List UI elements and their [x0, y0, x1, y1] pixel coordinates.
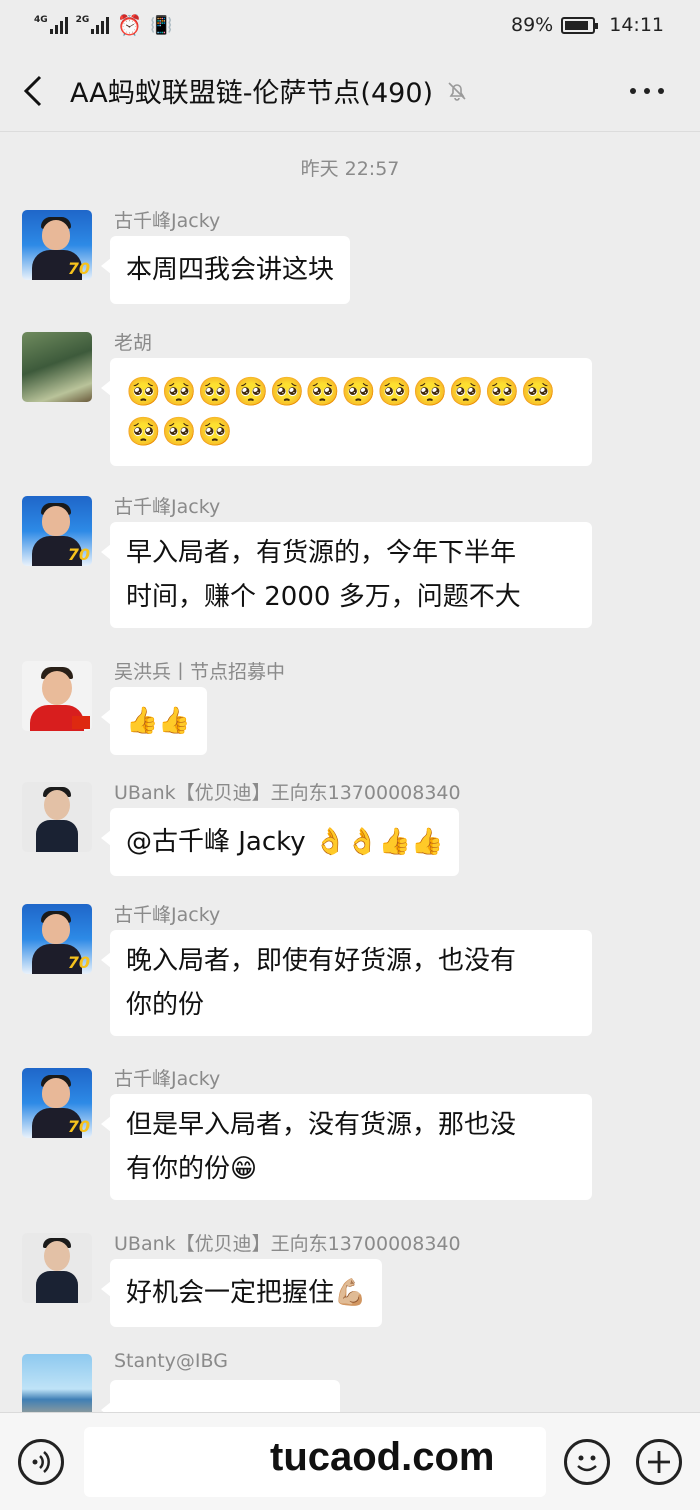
message-text: 有你的份😁 [126, 1154, 258, 1184]
dot [630, 88, 636, 94]
dot [644, 88, 650, 94]
message-text: 但是早入局者，没有货源，那也没 [126, 1110, 517, 1140]
sender-name: 古千峰Jacky [114, 904, 221, 926]
avatar[interactable] [22, 1354, 92, 1412]
group-title[interactable]: AA蚂蚁联盟链-伦萨节点(490) [70, 71, 433, 110]
message-bubble[interactable] [101, 1380, 340, 1412]
message-bubble[interactable]: 晚入局者，即使有好货源，也没有 你的份 [101, 930, 592, 1036]
chat-header: AA蚂蚁联盟链-伦萨节点(490) [0, 50, 700, 132]
message: 70 古千峰Jacky 晚入局者，即使有好货源，也没有 你的份 [22, 904, 682, 1036]
more-button[interactable] [630, 80, 670, 102]
message-text: 好机会一定把握住💪🏼 [126, 1278, 367, 1308]
plus-button[interactable] [636, 1439, 682, 1485]
message: UBank【优贝迪】王向东13700008340 好机会一定把握住💪🏼 [22, 1233, 682, 1327]
avatar[interactable] [22, 661, 92, 731]
signal-type-label-2: 2G [75, 15, 90, 25]
status-right: 89% 14:11 [511, 14, 664, 36]
dot [658, 88, 664, 94]
message-bubble[interactable]: 好机会一定把握住💪🏼 [100, 1259, 383, 1327]
message: 70 古千峰Jacky 早入局者，有货源的，今年下半年 时间，赚个 2000 多… [22, 496, 682, 628]
message: 70 古千峰Jacky 本周四我会讲这块 [22, 210, 682, 304]
bell-muted-icon [448, 81, 466, 101]
message-text: 晚入局者，即使有好货源，也没有 [126, 946, 517, 976]
voice-icon [32, 1451, 50, 1473]
avatar[interactable]: 70 [22, 1068, 92, 1138]
sender-name: 古千峰Jacky [114, 496, 221, 518]
message-text: 早入局者，有货源的，今年下半年 [126, 538, 517, 568]
alarm-icon: ⏰ [117, 13, 143, 37]
timestamp: 昨天 22:57 [300, 158, 400, 180]
input-bar: tucaod.com [0, 1412, 700, 1510]
avatar[interactable]: 70 [22, 496, 92, 566]
message-text: 👍👍 [126, 706, 191, 736]
battery-icon [561, 16, 599, 34]
avatar[interactable]: 70 [22, 904, 92, 974]
avatar[interactable]: 70 [22, 210, 92, 280]
avatar[interactable] [22, 332, 92, 402]
message-text: 本周四我会讲这块 [126, 255, 335, 285]
message-bubble[interactable]: 早入局者，有货源的，今年下半年 时间，赚个 2000 多万，问题不大 [101, 522, 592, 628]
message-bubble[interactable]: 但是早入局者，没有货源，那也没 有你的份😁 [101, 1094, 592, 1200]
plus-icon [648, 1451, 670, 1473]
sender-name: 吴洪兵丨节点招募中 [114, 661, 286, 683]
message-bubble[interactable]: 👍👍 [101, 687, 207, 755]
voice-button[interactable] [18, 1439, 64, 1485]
message-bubble[interactable]: 本周四我会讲这块 [100, 236, 351, 304]
message-bubble[interactable]: 🥺🥺🥺🥺🥺🥺🥺🥺🥺🥺🥺🥺 🥺🥺🥺 [101, 358, 592, 466]
chat-area[interactable]: 昨天 22:57 70 古千峰Jacky 本周四我会讲这块 老胡 🥺🥺🥺🥺🥺🥺🥺… [0, 132, 700, 1412]
sender-name: 老胡 [114, 332, 153, 354]
emoji-button[interactable] [564, 1439, 610, 1485]
message-text: 时间，赚个 2000 多万，问题不大 [126, 582, 521, 612]
message: UBank【优贝迪】王向东13700008340 @古千峰 Jacky 👌👌👍👍 [22, 782, 682, 876]
status-left: 4G 2G ⏰ 📳 [34, 13, 173, 37]
vibrate-icon: 📳 [150, 14, 173, 36]
message: 70 古千峰Jacky 但是早入局者，没有货源，那也没 有你的份😁 [22, 1068, 682, 1200]
avatar[interactable] [22, 782, 92, 852]
status-bar: 4G 2G ⏰ 📳 89% 14:11 [0, 0, 700, 50]
clock: 14:11 [609, 14, 664, 36]
sender-name: UBank【优贝迪】王向东13700008340 [114, 782, 461, 804]
signal-icon: 4G [34, 16, 68, 34]
watermark: tucaod.com [270, 1435, 495, 1479]
back-button[interactable] [0, 50, 66, 132]
signal-icon-2: 2G [76, 16, 110, 34]
signal-type-label: 4G [34, 15, 48, 25]
sender-name: 古千峰Jacky [114, 210, 221, 232]
sender-name: Stanty@IBG [114, 1350, 228, 1372]
sender-name: 古千峰Jacky [114, 1068, 221, 1090]
message-bubble[interactable]: @古千峰 Jacky 👌👌👍👍 [100, 808, 460, 876]
message-text: 🥺🥺🥺 [126, 415, 234, 448]
message-text: 你的份 [126, 990, 205, 1020]
message: 吴洪兵丨节点招募中 👍👍 [22, 661, 682, 755]
message-text: 🥺🥺🥺🥺🥺🥺🥺🥺🥺🥺🥺🥺 [126, 375, 557, 408]
sender-name: UBank【优贝迪】王向东13700008340 [114, 1233, 461, 1255]
battery-percent: 89% [511, 14, 554, 36]
chevron-left-icon [23, 75, 42, 106]
avatar[interactable] [22, 1233, 92, 1303]
smiley-icon [577, 1455, 597, 1472]
message-text: @古千峰 Jacky 👌👌👍👍 [126, 827, 444, 857]
